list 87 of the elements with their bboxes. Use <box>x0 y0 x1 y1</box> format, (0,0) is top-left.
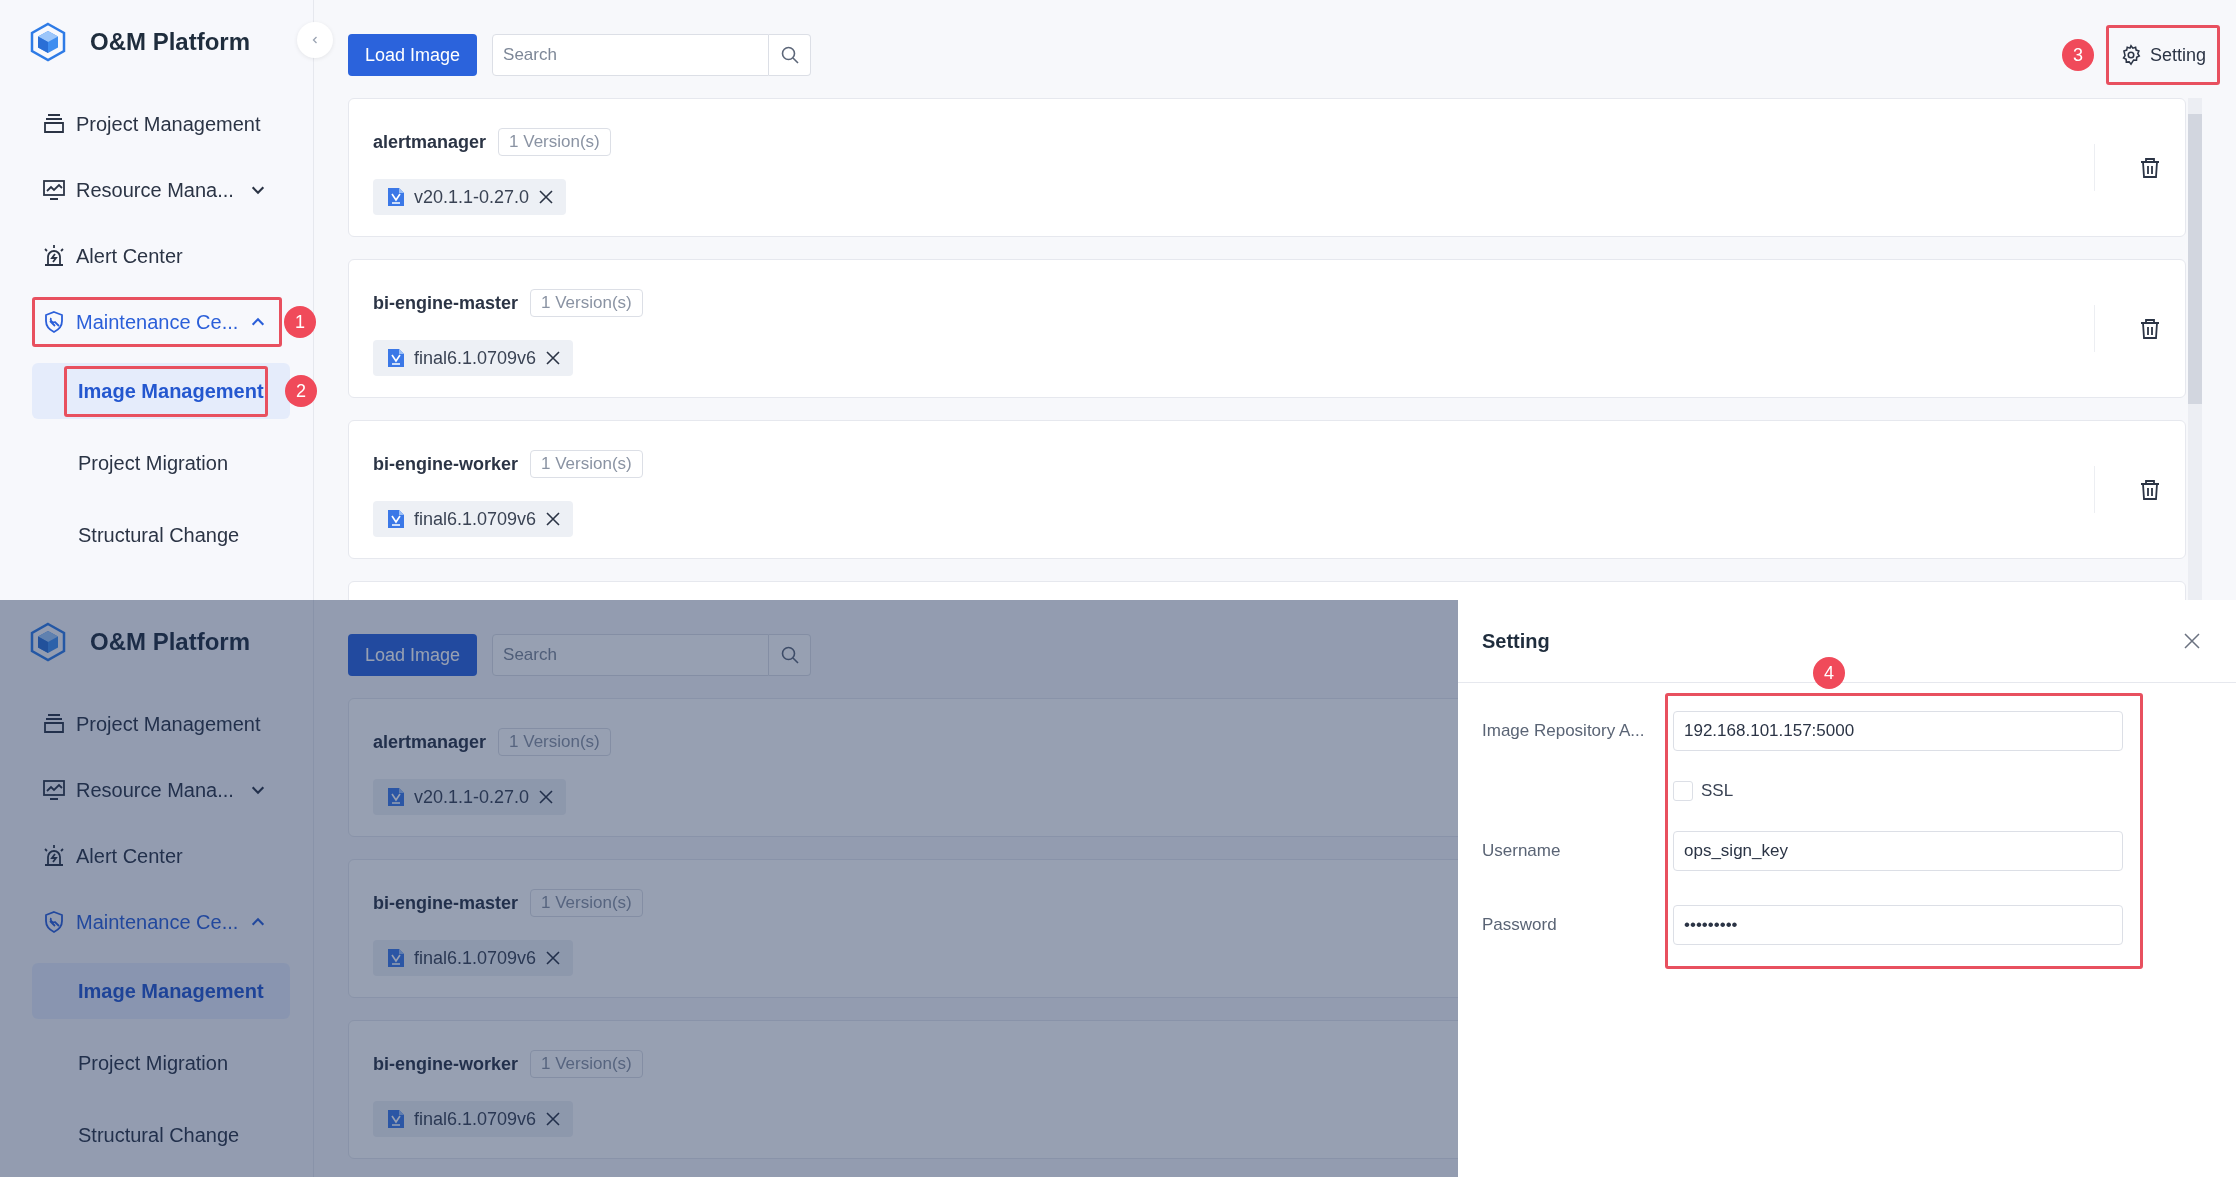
scrollbar[interactable] <box>2188 98 2202 600</box>
submenu-item[interactable]: Image Management <box>32 363 290 419</box>
menu-item[interactable]: Project Management <box>32 99 282 149</box>
document-icon <box>387 948 405 968</box>
submenu-item[interactable]: Project Migration <box>32 435 290 491</box>
version-label: final6.1.0709v6 <box>414 508 537 530</box>
close-icon[interactable] <box>538 189 555 205</box>
image-name: alertmanager <box>373 131 487 153</box>
version-count-tag: 1 Version(s) <box>530 1050 643 1078</box>
image-name: bi-engine-master <box>373 892 519 914</box>
field-label: Password <box>1482 915 1557 935</box>
monitor-chart-icon <box>42 778 66 802</box>
step-number-badge: 1 <box>284 306 316 338</box>
tray-icon <box>42 112 66 136</box>
chevron-left-icon <box>310 35 320 45</box>
document-icon <box>387 187 405 207</box>
search-button[interactable] <box>769 634 812 676</box>
step-number-badge: 4 <box>1813 657 1845 689</box>
close-icon[interactable] <box>545 1111 562 1127</box>
shield-wrench-icon <box>42 910 66 934</box>
version-count-tag: 1 Version(s) <box>530 450 643 478</box>
image-name: bi-engine-worker <box>373 453 519 475</box>
text-field[interactable]: ••••••••• <box>1673 905 2123 945</box>
alarm-light-icon <box>42 244 66 268</box>
close-icon[interactable] <box>545 350 562 366</box>
close-button[interactable] <box>2182 631 2202 651</box>
document-icon <box>387 509 405 529</box>
search-button[interactable] <box>769 34 812 76</box>
trash-icon <box>2139 156 2161 179</box>
menu-item[interactable]: Project Management <box>32 699 282 749</box>
app-title: O&M Platform <box>90 28 250 56</box>
delete-button[interactable] <box>2139 317 2161 340</box>
document-icon <box>387 1109 405 1129</box>
close-icon[interactable] <box>545 511 562 527</box>
app-title: O&M Platform <box>90 628 250 656</box>
tray-icon <box>42 712 66 736</box>
delete-button[interactable] <box>2139 478 2161 501</box>
image-name: bi-engine-master <box>373 292 519 314</box>
delete-button[interactable] <box>2139 156 2161 179</box>
cube-logo-icon <box>28 622 68 662</box>
version-count-tag: 1 Version(s) <box>498 728 611 756</box>
version-label: final6.1.0709v6 <box>414 347 537 369</box>
load-image-button[interactable]: Load Image <box>348 34 478 76</box>
alarm-light-icon <box>42 844 66 868</box>
cube-logo-icon <box>28 22 68 62</box>
field-label: Image Repository A... <box>1482 721 1645 741</box>
monitor-chart-icon <box>42 178 66 202</box>
document-icon <box>387 787 405 807</box>
menu-item[interactable]: Maintenance Ce... <box>32 897 282 947</box>
search-field[interactable]: Search <box>492 34 770 76</box>
version-count-tag: 1 Version(s) <box>530 289 643 317</box>
version-count-tag: 1 Version(s) <box>530 889 643 917</box>
search-icon <box>779 645 800 665</box>
document-icon <box>387 348 405 368</box>
drawer-title: Setting <box>1482 629 1550 653</box>
step-number-badge: 3 <box>2061 39 2094 71</box>
menu-item[interactable]: Alert Center <box>32 831 282 881</box>
submenu-item[interactable]: Structural Change <box>32 1107 290 1163</box>
submenu-item[interactable]: Structural Change <box>32 507 290 563</box>
search-field[interactable]: Search <box>492 634 770 676</box>
menu-item[interactable]: Maintenance Ce... <box>32 297 282 347</box>
version-count-tag: 1 Version(s) <box>498 128 611 156</box>
trash-icon <box>2139 317 2161 340</box>
shield-wrench-icon <box>42 310 66 334</box>
text-field[interactable]: 192.168.101.157:5000 <box>1673 711 2123 751</box>
version-label: final6.1.0709v6 <box>414 1108 537 1130</box>
image-name: bi-engine-worker <box>373 1053 519 1075</box>
search-icon <box>779 45 800 65</box>
close-icon[interactable] <box>545 950 562 966</box>
step-number-badge: 2 <box>285 375 317 407</box>
version-label: v20.1.1-0.27.0 <box>414 786 530 808</box>
trash-icon <box>2139 478 2161 501</box>
close-icon <box>2182 631 2202 651</box>
ssl-checkbox[interactable]: SSL <box>1673 781 1734 801</box>
field-label: Username <box>1482 841 1561 861</box>
image-name: alertmanager <box>373 731 487 753</box>
settings-button[interactable]: Setting <box>2105 25 2220 85</box>
version-label: v20.1.1-0.27.0 <box>414 186 530 208</box>
menu-item[interactable]: Resource Mana... <box>32 765 282 815</box>
menu-item[interactable]: Alert Center <box>32 231 282 281</box>
version-label: final6.1.0709v6 <box>414 947 537 969</box>
close-icon[interactable] <box>538 789 555 805</box>
submenu-item[interactable]: Image Management <box>32 963 290 1019</box>
menu-item[interactable]: Resource Mana... <box>32 165 282 215</box>
load-image-button[interactable]: Load Image <box>348 634 478 676</box>
submenu-item[interactable]: Project Migration <box>32 1035 290 1091</box>
text-field[interactable]: ops_sign_key <box>1673 831 2123 871</box>
